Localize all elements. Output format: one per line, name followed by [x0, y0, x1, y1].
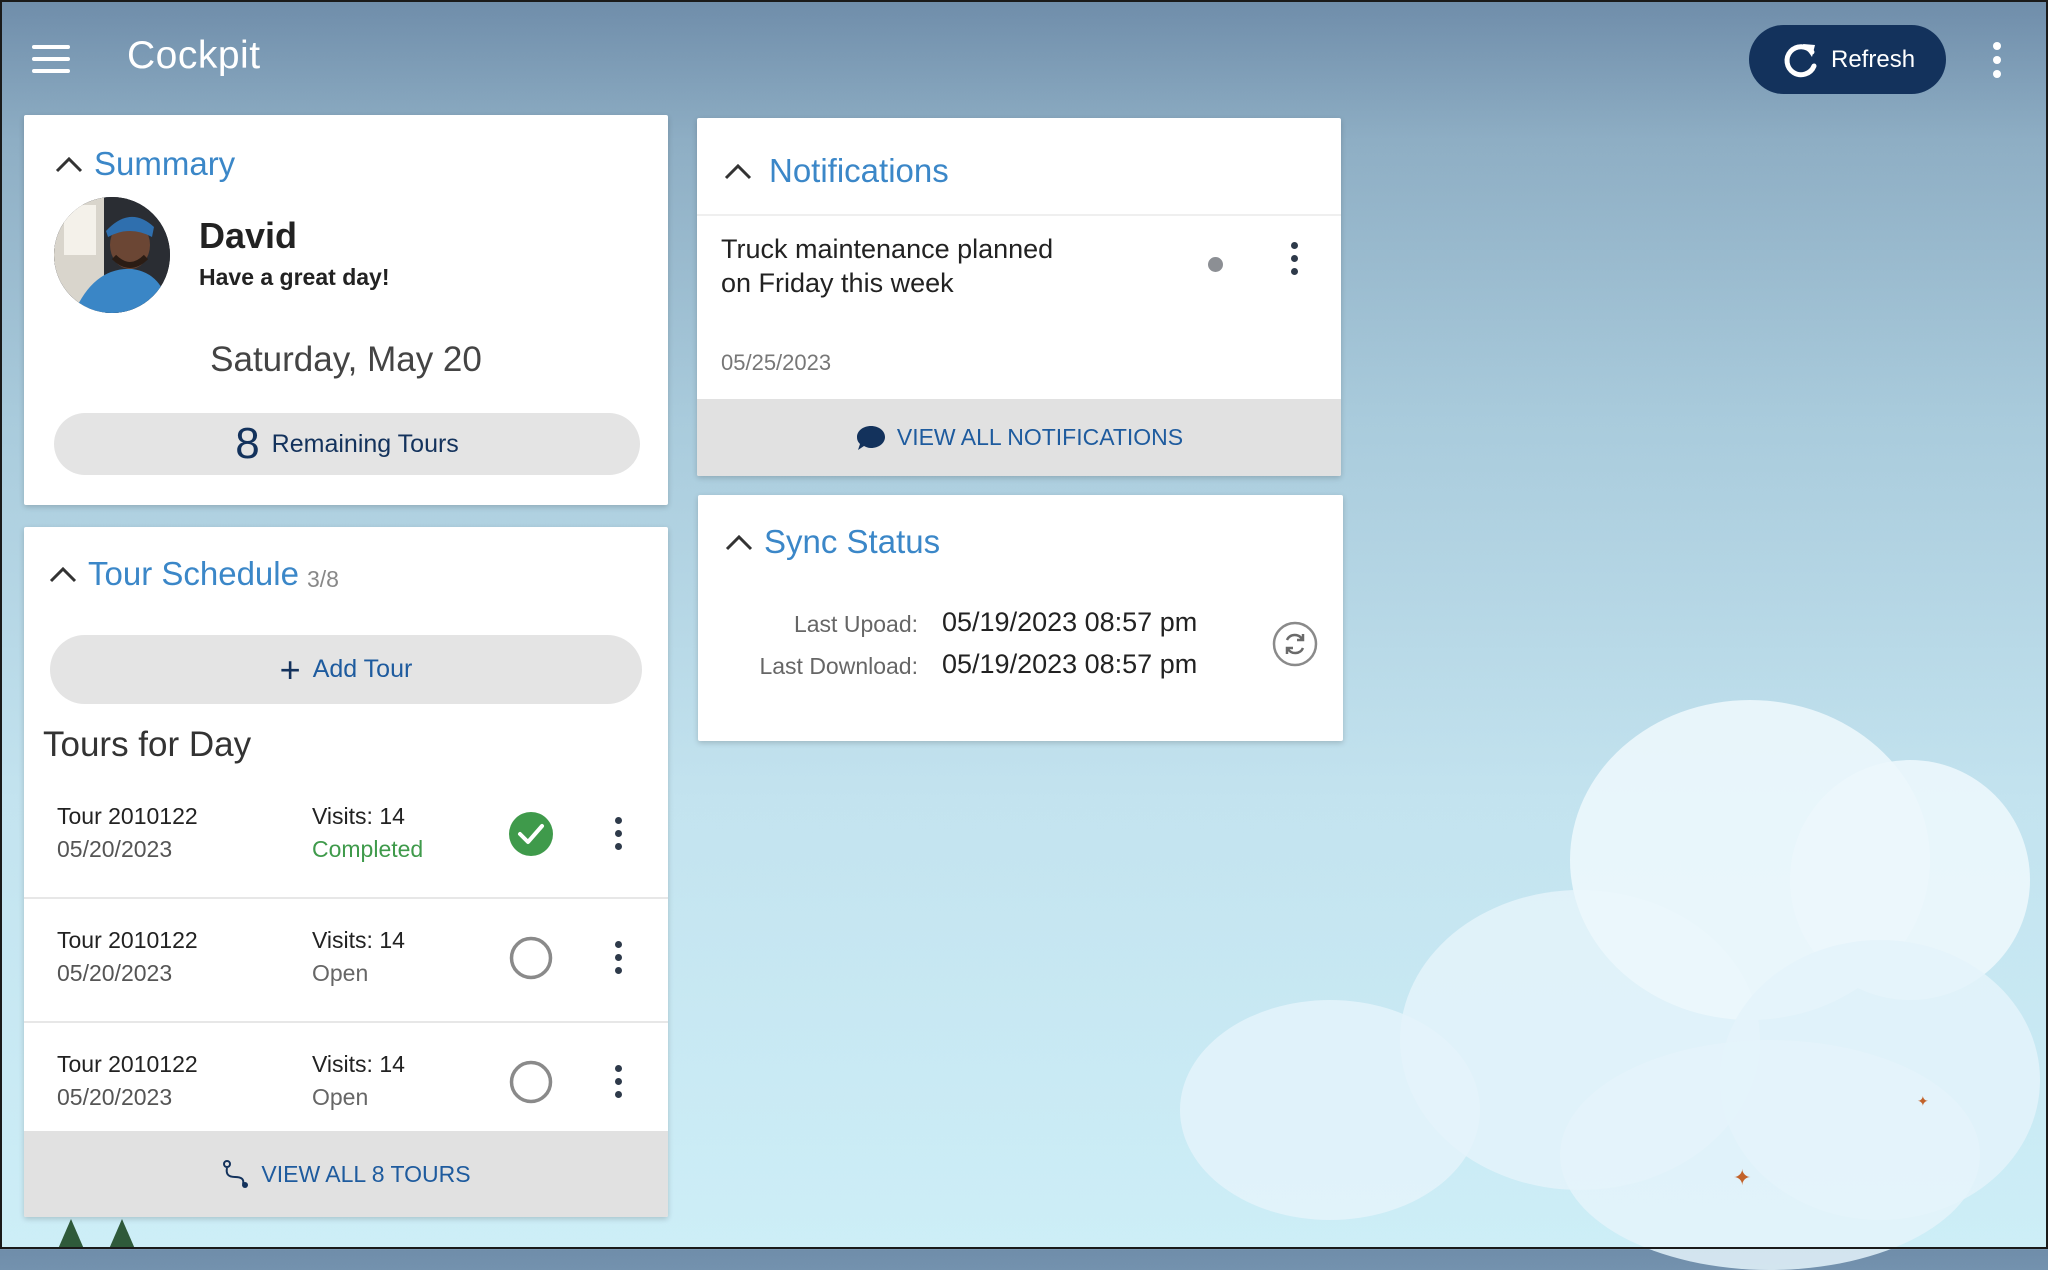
divider: [697, 214, 1341, 216]
plus-icon: +: [279, 648, 301, 690]
chevron-up-icon: [724, 163, 752, 180]
tour-more-icon[interactable]: [613, 1065, 625, 1099]
sync-status-card: Sync Status Last Upoad: 05/19/2023 08:57…: [698, 495, 1343, 741]
view-all-notifications-label: VIEW ALL NOTIFICATIONS: [896, 424, 1184, 450]
app-title: Cockpit: [127, 34, 261, 77]
tours-for-day-title: Tours for Day: [43, 725, 252, 764]
refresh-label: Refresh: [1831, 45, 1916, 73]
tour-visits: Visits: 14: [312, 1051, 405, 1077]
tour-row[interactable]: Tour 2010122 05/20/2023 Visits: 14 Open: [24, 1023, 668, 1147]
notification-date: 05/25/2023: [721, 350, 832, 375]
tour-row[interactable]: Tour 2010122 05/20/2023 Visits: 14 Open: [24, 899, 668, 1023]
view-all-tours-button[interactable]: VIEW ALL 8 TOURS: [24, 1131, 668, 1217]
add-tour-button[interactable]: + Add Tour: [50, 635, 642, 704]
notifications-header[interactable]: Notifications: [723, 152, 949, 190]
last-upload-value: 05/19/2023 08:57 pm: [942, 607, 1198, 637]
app-header: Cockpit Refresh: [0, 0, 2048, 118]
chevron-up-icon: [49, 566, 77, 583]
tour-name: Tour 2010122: [57, 927, 198, 953]
view-all-notifications-button[interactable]: VIEW ALL NOTIFICATIONS: [697, 399, 1341, 476]
notification-text[interactable]: Truck maintenance planned on Friday this…: [721, 232, 1061, 300]
tour-date: 05/20/2023: [57, 1084, 173, 1110]
tour-name: Tour 2010122: [57, 803, 198, 829]
tour-more-icon[interactable]: [613, 817, 625, 851]
route-icon: [223, 1160, 249, 1188]
check-circle-icon[interactable]: [508, 811, 554, 857]
chevron-up-icon: [55, 156, 83, 173]
hamburger-icon[interactable]: [32, 45, 70, 73]
tour-name: Tour 2010122: [57, 1051, 198, 1077]
refresh-icon: [1784, 43, 1817, 77]
tree-decoration: [109, 1219, 135, 1249]
tour-schedule-header[interactable]: Tour Schedule 3/8: [48, 555, 339, 593]
last-download-value: 05/19/2023 08:57 pm: [942, 649, 1198, 679]
tour-date: 05/20/2023: [57, 836, 173, 862]
chat-bubble-icon: [856, 425, 885, 450]
add-tour-label: Add Tour: [312, 655, 413, 683]
tour-more-icon[interactable]: [613, 941, 625, 975]
summary-card: Summary David Have a great day! Saturday…: [24, 115, 668, 505]
more-vert-icon[interactable]: [1990, 42, 2002, 78]
tour-status: Completed: [312, 836, 424, 862]
summary-header[interactable]: Summary: [54, 145, 235, 183]
summary-title: Summary: [94, 145, 236, 182]
last-download-label: Last Download:: [759, 653, 918, 679]
notification-more-icon[interactable]: [1289, 242, 1301, 276]
unread-dot-icon: [1208, 257, 1223, 272]
butterfly-decoration: ✦: [1917, 1093, 1929, 1109]
remaining-label: Remaining Tours: [271, 429, 459, 458]
last-upload-label: Last Upoad:: [793, 611, 918, 637]
empty-circle-icon[interactable]: [508, 1059, 554, 1105]
tour-schedule-title: Tour Schedule: [88, 555, 299, 592]
tour-row[interactable]: Tour 2010122 05/20/2023 Visits: 14 Compl…: [24, 775, 668, 899]
tour-count: 3/8: [306, 565, 339, 592]
remaining-tours-button[interactable]: 8 Remaining Tours: [54, 413, 640, 475]
notifications-title: Notifications: [769, 152, 949, 189]
greeting-text: Have a great day!: [199, 264, 390, 290]
sync-status-title: Sync Status: [764, 523, 941, 560]
notifications-card: Notifications Truck maintenance planned …: [697, 118, 1341, 476]
tour-visits: Visits: 14: [312, 927, 405, 953]
tour-status: Open: [312, 1084, 369, 1110]
sync-status-header[interactable]: Sync Status: [724, 523, 940, 561]
empty-circle-icon[interactable]: [508, 935, 554, 981]
tour-visits: Visits: 14: [312, 803, 405, 829]
sync-icon[interactable]: [1272, 621, 1318, 667]
remaining-count: 8: [235, 419, 260, 468]
refresh-button[interactable]: Refresh: [1749, 25, 1946, 94]
tour-schedule-card: Tour Schedule 3/8 + Add Tour Tours for D…: [24, 527, 668, 1217]
view-all-tours-label: VIEW ALL 8 TOURS: [261, 1160, 471, 1187]
avatar[interactable]: [54, 197, 170, 313]
butterfly-decoration: ✦: [1733, 1165, 1752, 1190]
tour-status: Open: [312, 960, 369, 986]
current-date: Saturday, May 20: [210, 340, 482, 379]
user-name: David: [199, 215, 298, 256]
tree-decoration: [58, 1219, 84, 1249]
tour-date: 05/20/2023: [57, 960, 173, 986]
chevron-up-icon: [725, 534, 753, 551]
